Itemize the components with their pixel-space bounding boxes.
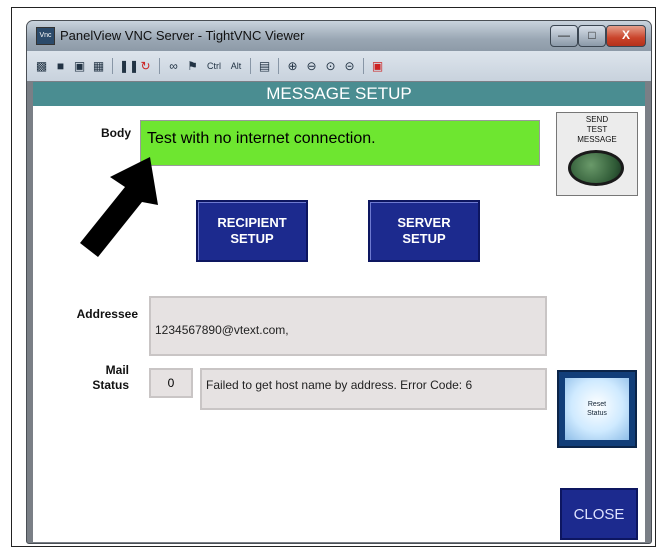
reset-status-label: Reset Status: [565, 378, 629, 440]
close-button[interactable]: CLOSE: [560, 488, 638, 540]
options-icon[interactable]: ▣: [72, 59, 87, 74]
ctrl-alt-del-icon[interactable]: ∞: [166, 59, 181, 74]
body-label: Body: [101, 126, 131, 140]
new-connection-icon[interactable]: ▩: [34, 59, 49, 74]
ctrl-key-button[interactable]: Ctrl: [204, 59, 224, 74]
page-title: MESSAGE SETUP: [33, 82, 645, 106]
alt-key-button[interactable]: Alt: [228, 59, 244, 74]
zoom-in-icon[interactable]: ⊕: [285, 59, 300, 74]
send-test-label: SEND TEST MESSAGE: [577, 115, 617, 144]
pointer-arrow-icon: [80, 157, 158, 257]
toolbar-separator: [278, 58, 279, 74]
mail-label: Mail: [105, 363, 129, 377]
refresh-icon[interactable]: ↻: [138, 59, 153, 74]
vnc-window: Vnc PanelView VNC Server - TightVNC View…: [26, 20, 652, 544]
zoom-fit-icon[interactable]: ⊝: [342, 59, 357, 74]
save-icon[interactable]: ■: [53, 59, 68, 74]
status-label: Status: [92, 378, 129, 392]
hmi-screen: MESSAGE SETUP Body Test with no internet…: [33, 82, 645, 542]
zoom-100-icon[interactable]: ⊙: [323, 59, 338, 74]
toolbar-separator: [250, 58, 251, 74]
vnc-toolbar: ▩ ■ ▣ ▦ ❚❚ ↻ ∞ ⚑ Ctrl Alt ▤ ⊕ ⊖ ⊙ ⊝ ▣: [27, 51, 651, 81]
vnc-app-icon: Vnc: [36, 27, 55, 45]
toolbar-separator: [112, 58, 113, 74]
window-title: PanelView VNC Server - TightVNC Viewer: [60, 28, 305, 43]
send-test-panel: SEND TEST MESSAGE: [556, 112, 638, 196]
reset-status-button[interactable]: Reset Status: [557, 370, 637, 448]
body-input[interactable]: Test with no internet connection.: [140, 120, 540, 166]
addressee-label: Addressee: [76, 307, 138, 321]
win-key-icon[interactable]: ⚑: [185, 59, 200, 74]
toolbar-separator: [159, 58, 160, 74]
info-icon[interactable]: ▦: [91, 59, 106, 74]
maximize-button[interactable]: □: [578, 25, 606, 47]
minimize-button[interactable]: —: [550, 25, 578, 47]
addressee-field[interactable]: 1234567890@vtext.com,: [149, 296, 547, 356]
send-test-message-button[interactable]: [568, 150, 624, 186]
fullscreen-icon[interactable]: ▣: [370, 59, 385, 74]
status-message-field: Failed to get host name by address. Erro…: [200, 368, 547, 410]
server-setup-label: SERVER SETUP: [397, 215, 451, 246]
title-bar[interactable]: Vnc PanelView VNC Server - TightVNC View…: [27, 21, 651, 51]
toolbar-separator: [363, 58, 364, 74]
recipient-setup-label: RECIPIENT SETUP: [217, 215, 287, 246]
zoom-out-icon[interactable]: ⊖: [304, 59, 319, 74]
recipient-setup-button[interactable]: RECIPIENT SETUP: [196, 200, 308, 262]
clipboard-icon[interactable]: ▤: [257, 59, 272, 74]
status-code-field: 0: [149, 368, 193, 398]
pause-icon[interactable]: ❚❚: [119, 59, 139, 74]
close-window-button[interactable]: X: [606, 25, 646, 47]
server-setup-button[interactable]: SERVER SETUP: [368, 200, 480, 262]
